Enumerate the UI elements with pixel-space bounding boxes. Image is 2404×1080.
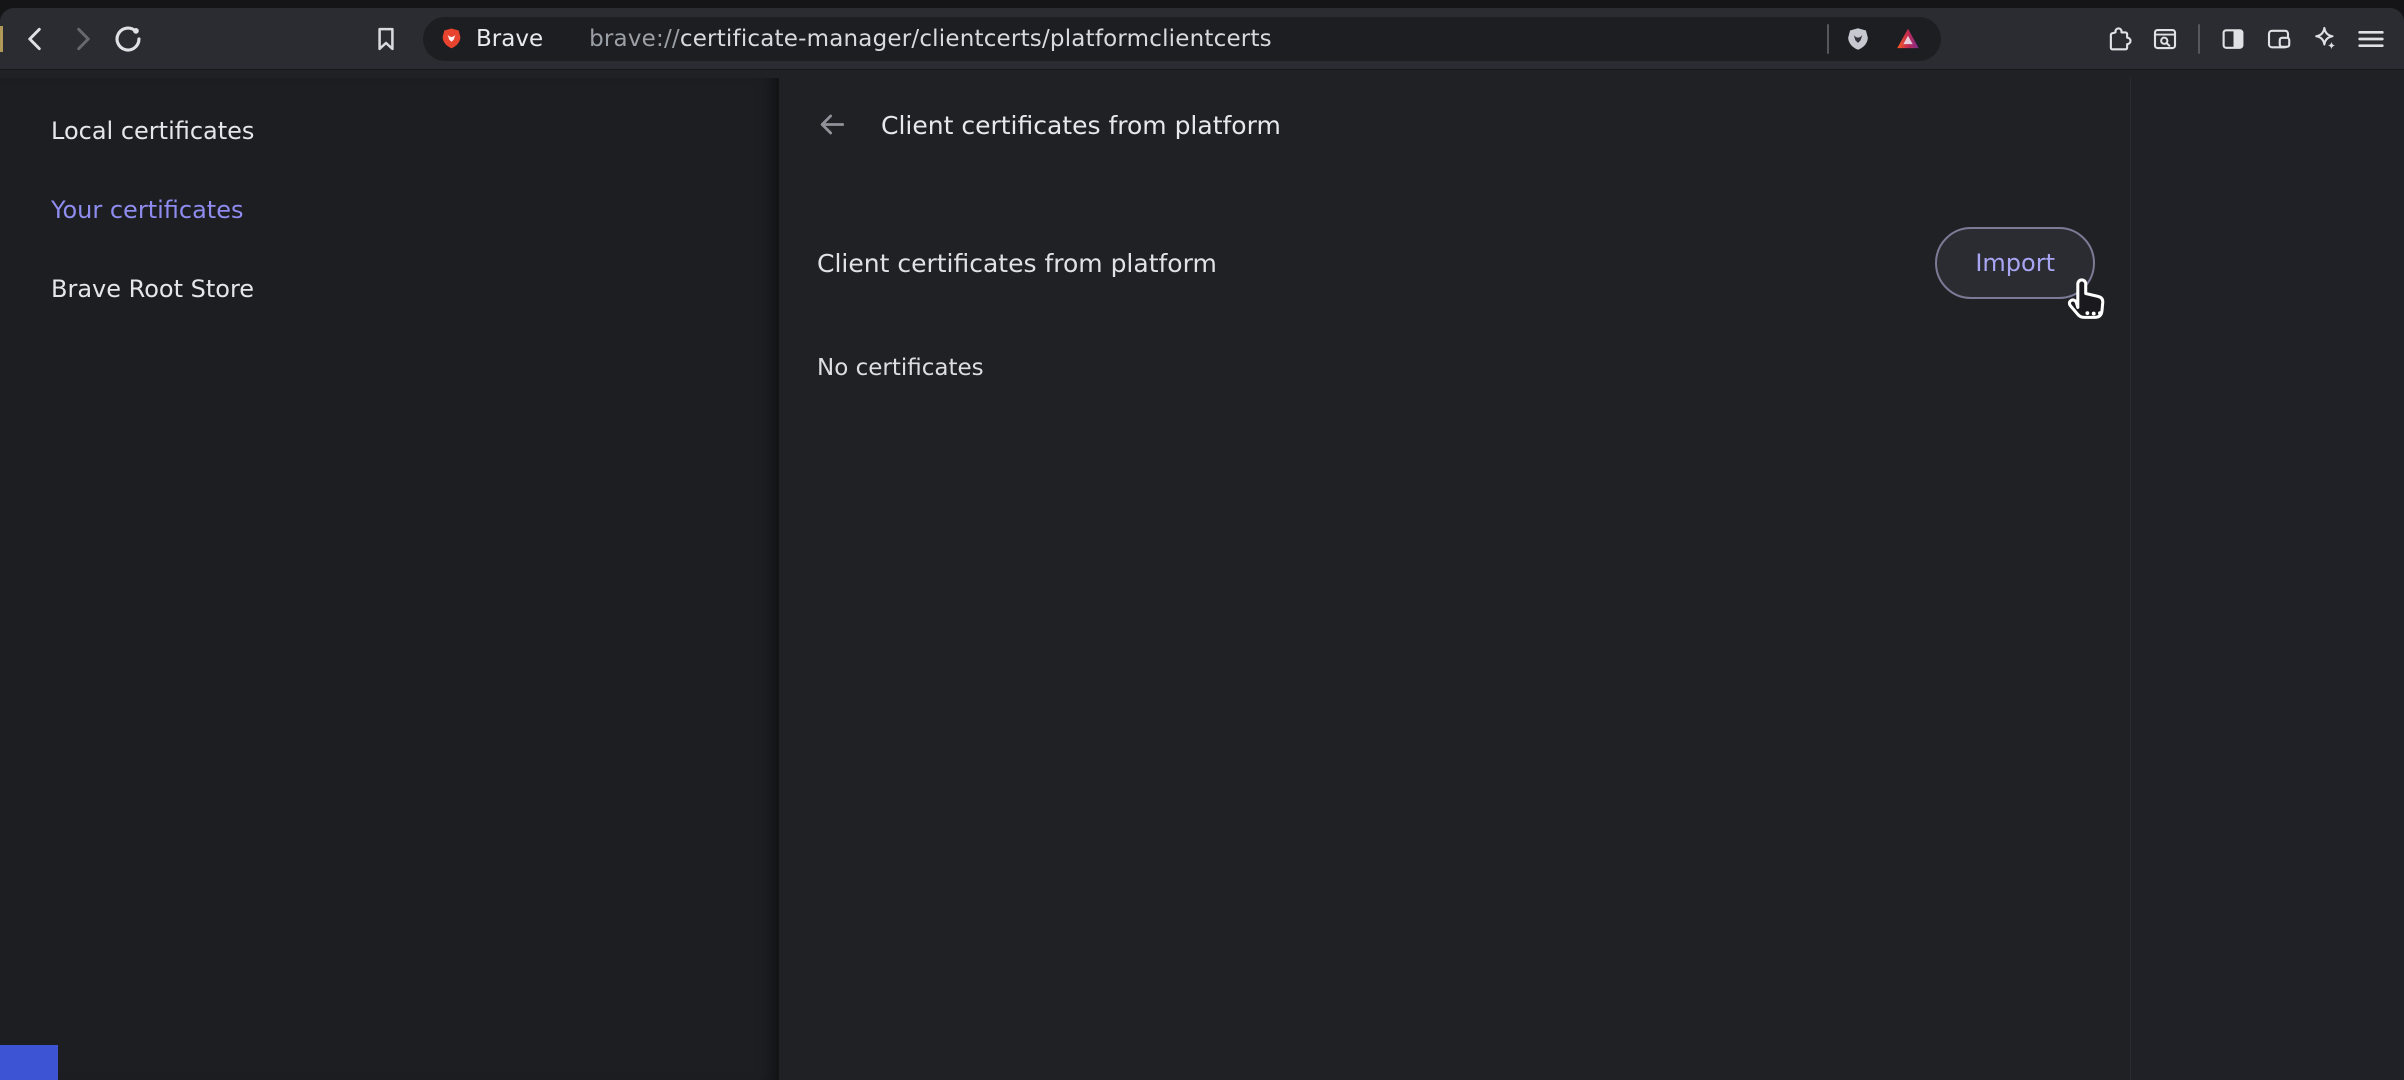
certificates-sidebar: Local certificates Your certificates Bra… <box>0 78 779 1080</box>
sidebar-toggle-button[interactable] <box>2210 16 2256 62</box>
browser-toolbar: Brave brave://certificate-manager/client… <box>0 8 2404 70</box>
page-search-button[interactable] <box>2142 16 2188 62</box>
url-text[interactable]: brave://certificate-manager/clientcerts/… <box>589 26 1272 52</box>
leo-ai-button[interactable] <box>2302 16 2348 62</box>
sidebar-list: Local certificates Your certificates Bra… <box>0 117 778 304</box>
arrow-left-icon <box>816 109 848 141</box>
empty-state-text: No certificates <box>817 355 984 381</box>
right-filler-pane <box>2131 78 2404 1080</box>
content-back-button[interactable] <box>809 102 855 148</box>
url-path: certificate-manager/clientcerts/platform… <box>680 26 1272 52</box>
bookmark-button[interactable] <box>363 16 409 62</box>
forward-icon <box>65 22 99 56</box>
omnibox-separator <box>1827 24 1829 54</box>
address-bar[interactable]: Brave brave://certificate-manager/client… <box>423 17 1941 61</box>
certificate-manager-page: Local certificates Your certificates Bra… <box>0 78 2404 1080</box>
menu-button[interactable] <box>2348 16 2394 62</box>
site-label: Brave <box>476 26 543 52</box>
main-content: Client certificates from platform Client… <box>779 78 2131 1080</box>
content-header: Client certificates from platform <box>809 102 1281 148</box>
extensions-button[interactable] <box>2096 16 2142 62</box>
page-search-icon <box>2150 24 2180 54</box>
url-scheme: brave:// <box>589 26 680 52</box>
omnibox-right-group <box>1827 18 1929 60</box>
menu-icon <box>2355 23 2387 55</box>
sidebar-toggle-icon <box>2218 24 2248 54</box>
toolbar-right-cluster <box>2096 16 2394 62</box>
back-icon <box>19 22 53 56</box>
browser-window: Brave brave://certificate-manager/client… <box>0 8 2404 1080</box>
leo-ai-icon <box>2310 24 2340 54</box>
bookmark-icon <box>370 23 402 55</box>
status-bubble <box>0 1045 58 1080</box>
section-title: Client certificates from platform <box>817 249 1217 278</box>
toolbar-separator <box>2198 24 2200 54</box>
page-title: Client certificates from platform <box>881 111 1281 140</box>
sidebar-item-local-certificates[interactable]: Local certificates <box>51 117 254 146</box>
brave-logo-icon <box>439 26 464 51</box>
sidebar-item-brave-root-store[interactable]: Brave Root Store <box>51 275 254 304</box>
wallet-button[interactable] <box>2256 16 2302 62</box>
import-button[interactable]: Import <box>1935 227 2095 299</box>
forward-button[interactable] <box>59 16 105 62</box>
reload-button[interactable] <box>105 16 151 62</box>
reload-icon <box>110 21 146 57</box>
back-button[interactable] <box>13 16 59 62</box>
platform-certs-section: Client certificates from platform Import <box>817 227 2095 299</box>
wallet-icon <box>2264 24 2294 54</box>
shields-icon <box>1844 25 1872 53</box>
shields-button[interactable] <box>1837 18 1879 60</box>
extensions-icon <box>2104 24 2134 54</box>
rewards-icon <box>1894 25 1922 53</box>
sidebar-item-your-certificates[interactable]: Your certificates <box>51 196 243 225</box>
background-window-sliver <box>0 26 3 52</box>
rewards-button[interactable] <box>1887 18 1929 60</box>
desktop: { "browser": { "toolbar": { "site_label"… <box>0 0 2404 1080</box>
